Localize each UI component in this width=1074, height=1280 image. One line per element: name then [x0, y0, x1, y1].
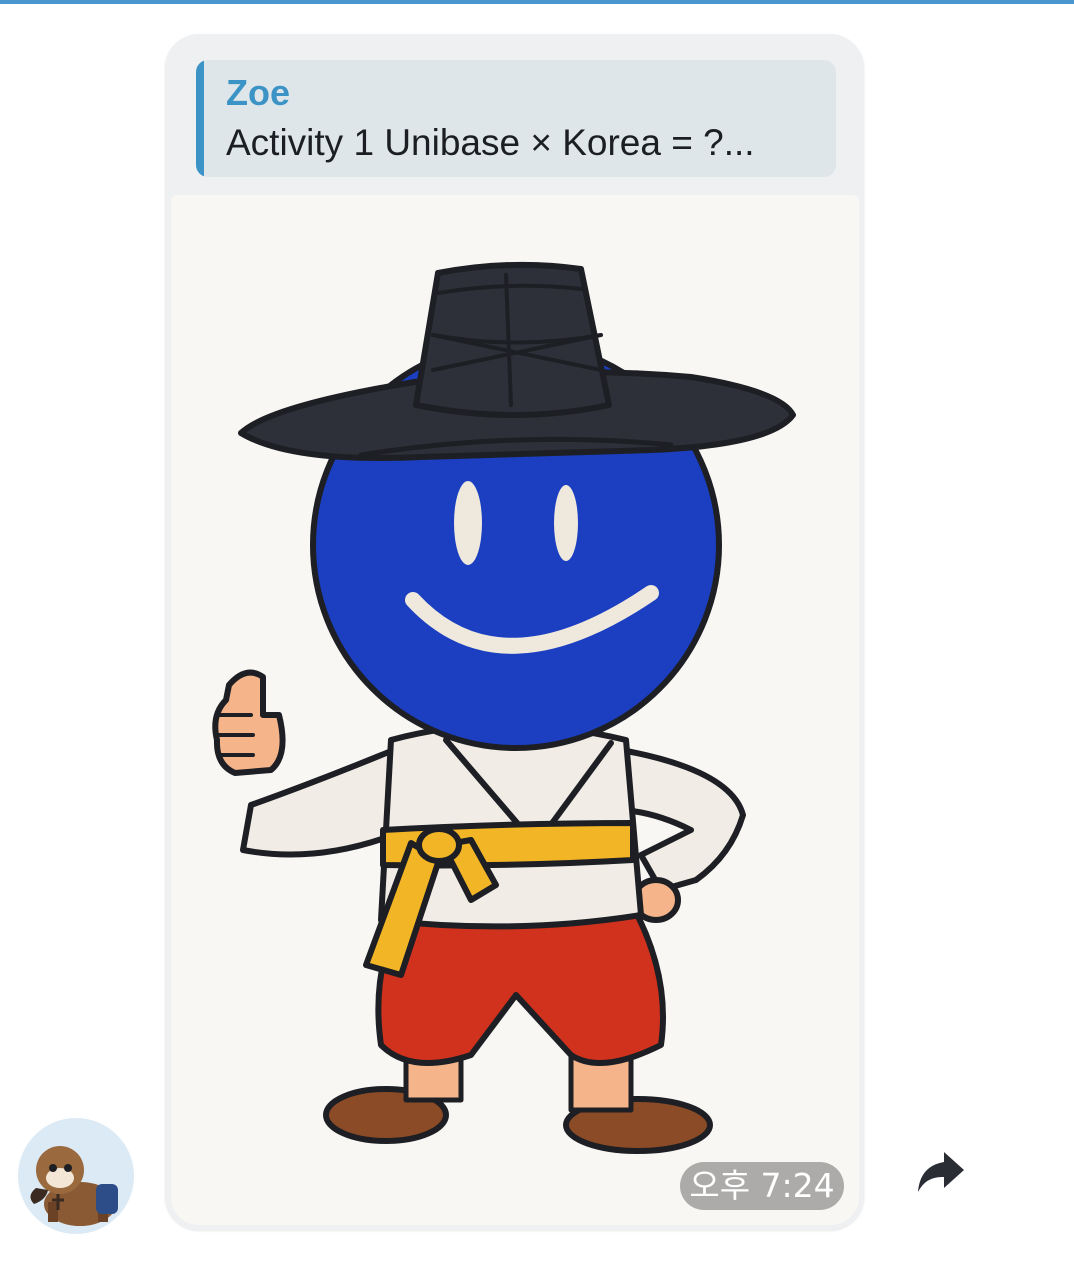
reply-preview[interactable]: Zoe Activity 1 Unibase × Korea = ?...	[196, 60, 836, 177]
reply-accent-bar	[196, 60, 204, 177]
reply-text: Activity 1 Unibase × Korea = ?...	[226, 122, 755, 163]
thumbs-up-hand	[212, 669, 286, 776]
top-accent-bar	[0, 0, 1074, 4]
message-time: 오후 7:24	[680, 1162, 844, 1210]
forward-button[interactable]	[912, 1148, 968, 1196]
forward-arrow-icon	[918, 1152, 964, 1192]
user-avatar[interactable]	[18, 1118, 134, 1234]
mascot-illustration	[212, 261, 796, 1154]
reply-author: Zoe	[226, 72, 291, 113]
message-photo[interactable]	[171, 195, 859, 1225]
